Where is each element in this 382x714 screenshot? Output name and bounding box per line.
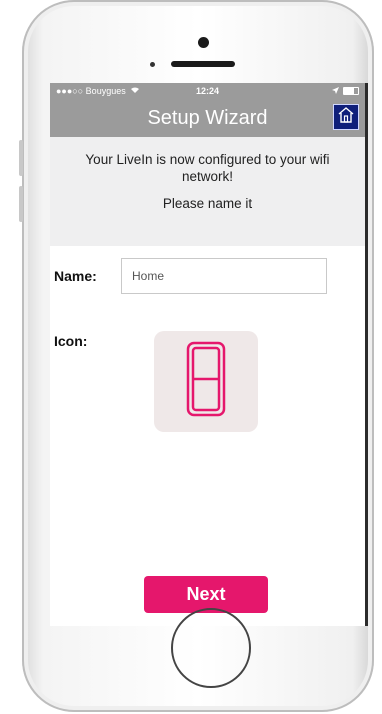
phone-home-button[interactable]	[171, 608, 251, 688]
icon-picker[interactable]	[154, 331, 258, 432]
status-time: 12:24	[195, 86, 220, 96]
sensor	[150, 62, 155, 67]
info-panel: Your LiveIn is now configured to your wi…	[50, 137, 365, 246]
page-title: Setup Wizard	[147, 106, 268, 129]
status-bar: ●●●○○ Bouygues 12:24	[50, 83, 365, 99]
front-camera	[198, 37, 209, 48]
icon-label: Icon:	[54, 333, 88, 349]
name-field[interactable]	[121, 258, 327, 294]
earpiece	[171, 61, 235, 67]
volume-button	[19, 186, 23, 222]
home-icon	[337, 106, 355, 128]
door-icon	[186, 341, 226, 422]
name-prompt: Please name it	[162, 196, 253, 211]
volume-button	[19, 140, 23, 176]
configured-message: Your LiveIn is now configured to your wi…	[85, 152, 330, 184]
navigation-bar: Setup Wizard	[50, 99, 365, 137]
app-screen: ●●●○○ Bouygues 12:24 Setup Wizard Your L…	[50, 83, 368, 626]
name-row: Name:	[50, 258, 365, 294]
name-label: Name:	[54, 268, 97, 284]
home-button[interactable]	[333, 104, 359, 130]
